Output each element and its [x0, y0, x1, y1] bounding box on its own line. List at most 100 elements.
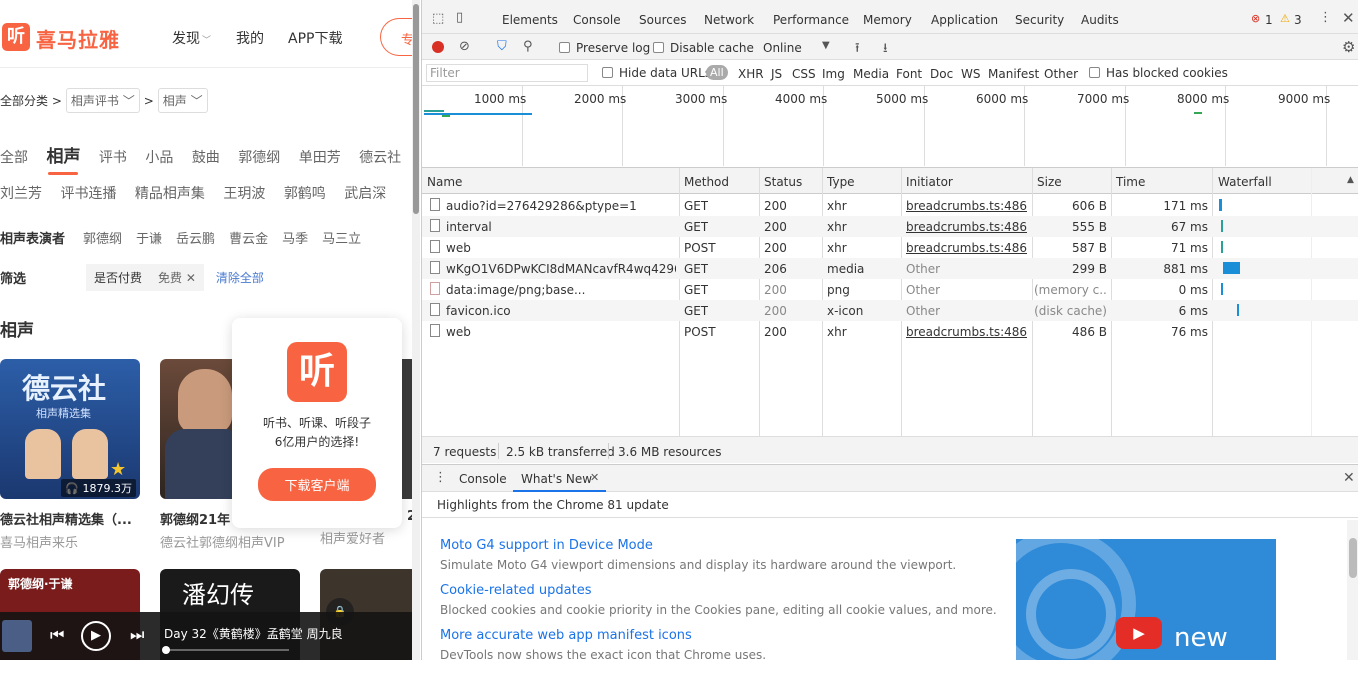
clear-icon[interactable]: ⊘ [459, 39, 470, 54]
logo-icon[interactable]: 听 [2, 23, 30, 51]
tab-item[interactable]: 郭鹤鸣 [284, 186, 326, 202]
filter-type-other[interactable]: Other [1044, 67, 1078, 81]
throttling-select[interactable]: Online [763, 41, 802, 55]
filter-chip-free[interactable]: 免费 ✕ [150, 264, 204, 291]
table-row[interactable]: web POST 200 xhr breadcrumbs.ts:486 587 … [422, 237, 1358, 258]
whats-new-title-link[interactable]: Moto G4 support in Device Mode [440, 538, 956, 553]
col-name[interactable]: Name [427, 175, 462, 189]
filter-type-img[interactable]: Img [822, 67, 845, 81]
filter-type-css[interactable]: CSS [792, 67, 816, 81]
tab-application[interactable]: Application [931, 13, 998, 27]
drawer-scrollbar[interactable] [1347, 520, 1358, 660]
table-row[interactable]: data:image/png;base... GET 200 png Other… [422, 279, 1358, 300]
request-name[interactable]: audio?id=276429286&ptype=1 [446, 199, 676, 213]
tab-deyunshe[interactable]: 德云社 [359, 150, 401, 166]
search-icon[interactable]: ⚲ [523, 39, 533, 54]
filter-type-manifest[interactable]: Manifest [988, 67, 1039, 81]
performer-item[interactable]: 岳云鹏 [176, 228, 215, 247]
drawer-tab-console[interactable]: Console [459, 472, 507, 486]
album-cover[interactable]: 德云社 相声精选集 ★ 🎧 1879.3万 [0, 359, 140, 499]
request-initiator-link[interactable]: breadcrumbs.ts:486 [906, 325, 1027, 339]
more-options-icon[interactable]: ⋮ [1319, 10, 1332, 25]
filter-type-all[interactable]: All [706, 65, 728, 80]
tab-performance[interactable]: Performance [773, 13, 849, 27]
clear-filters-link[interactable]: 清除全部 [216, 269, 264, 286]
tab-network[interactable]: Network [695, 13, 763, 36]
col-type[interactable]: Type [827, 175, 855, 189]
whats-new-item[interactable]: More accurate web app manifest icons Dev… [440, 628, 766, 662]
scrollbar-thumb[interactable] [1349, 538, 1357, 578]
tab-console[interactable]: Console [573, 13, 621, 27]
export-har-icon[interactable]: ⭳ [883, 39, 888, 61]
next-icon[interactable]: ⏭ [130, 625, 144, 645]
request-initiator-link[interactable]: breadcrumbs.ts:486 [906, 220, 1027, 234]
nav-app-download[interactable]: APP下载 [288, 28, 342, 48]
youtube-play-icon[interactable]: ▶ [1116, 617, 1162, 649]
close-tab-icon[interactable]: ✕ [590, 471, 599, 484]
inspect-element-icon[interactable]: ⬚ [432, 11, 444, 26]
performer-item[interactable]: 于谦 [136, 228, 162, 247]
filter-type-font[interactable]: Font [896, 67, 922, 81]
request-name[interactable]: wKgO1V6DPwKCI8dMANcavfR4wq4296.... [446, 262, 676, 276]
close-drawer-icon[interactable]: ✕ [1343, 470, 1355, 486]
album-author[interactable]: 喜马相声来乐 [0, 532, 140, 551]
hide-data-urls-checkbox[interactable]: Hide data URLs [602, 66, 711, 80]
request-initiator-link[interactable]: breadcrumbs.ts:486 [906, 241, 1027, 255]
tab-elements[interactable]: Elements [502, 13, 558, 27]
tab-security[interactable]: Security [1015, 13, 1064, 27]
filter-chip-paid[interactable]: 是否付费 [86, 264, 151, 291]
table-row[interactable]: interval GET 200 xhr breadcrumbs.ts:486 … [422, 216, 1358, 237]
page-scrollbar[interactable] [412, 0, 420, 660]
filter-type-media[interactable]: Media [853, 67, 889, 81]
error-icon[interactable]: ⊗ [1251, 12, 1260, 25]
tab-all[interactable]: 全部 [0, 150, 28, 166]
tab-pingshu[interactable]: 评书 [99, 150, 127, 166]
tab-item[interactable]: 评书连播 [60, 186, 116, 202]
request-name[interactable]: web [446, 241, 676, 255]
progress-handle[interactable] [162, 646, 170, 654]
previous-icon[interactable]: ⏮ [50, 625, 64, 645]
breadcrumb-subcategory-select[interactable]: 相声 ﹀ [157, 88, 208, 113]
album-author[interactable]: 德云社郭德纲相声VIP [160, 532, 300, 551]
nav-discover[interactable]: 发现 ﹀ [172, 28, 211, 48]
tab-guqu[interactable]: 鼓曲 [192, 150, 220, 166]
tab-item[interactable]: 王玥波 [223, 186, 265, 202]
play-button[interactable]: ▶ [81, 621, 111, 651]
tab-item[interactable]: 精品相声集 [135, 186, 205, 202]
request-initiator-link[interactable]: breadcrumbs.ts:486 [906, 199, 1027, 213]
performer-item[interactable]: 曹云金 [229, 228, 268, 247]
filter-type-ws[interactable]: WS [961, 67, 980, 81]
progress-bar[interactable] [164, 649, 289, 651]
filter-type-js[interactable]: JS [771, 67, 782, 81]
tab-audits[interactable]: Audits [1081, 13, 1119, 27]
performer-item[interactable]: 郭德纲 [83, 228, 122, 247]
player-thumbnail[interactable] [2, 620, 32, 652]
tab-sources[interactable]: Sources [639, 13, 686, 27]
sort-arrow-icon[interactable]: ▲ [1347, 175, 1354, 185]
col-status[interactable]: Status [764, 175, 802, 189]
performer-item[interactable]: 马季 [282, 228, 308, 247]
import-har-icon[interactable]: ⭱ [855, 39, 860, 61]
disable-cache-checkbox[interactable]: Disable cache [653, 41, 754, 55]
col-time[interactable]: Time [1116, 175, 1145, 189]
blocked-cookies-checkbox[interactable]: Has blocked cookies [1089, 66, 1228, 80]
tab-shantianfang[interactable]: 单田芳 [299, 150, 341, 166]
col-method[interactable]: Method [684, 175, 729, 189]
whats-new-item[interactable]: Moto G4 support in Device Mode Simulate … [440, 538, 956, 572]
error-count[interactable]: 1 [1265, 13, 1273, 27]
chevron-down-icon[interactable]: ▼ [822, 40, 830, 51]
table-row[interactable]: audio?id=276429286&ptype=1 GET 200 xhr b… [422, 195, 1358, 216]
tab-xiangsheng[interactable]: 相声 [46, 147, 80, 167]
table-row[interactable]: wKgO1V6DPwKCI8dMANcavfR4wq4296.... GET 2… [422, 258, 1358, 279]
close-icon[interactable]: ✕ [1342, 9, 1355, 27]
breadcrumb-root[interactable]: 全部分类 > [0, 92, 62, 109]
tab-xiaopin[interactable]: 小品 [145, 150, 173, 166]
tab-item[interactable]: 武启深 [344, 186, 386, 202]
tab-guodegang[interactable]: 郭德纲 [238, 150, 280, 166]
tab-item[interactable]: 刘兰芳 [0, 186, 42, 202]
col-size[interactable]: Size [1037, 175, 1062, 189]
filter-type-xhr[interactable]: XHR [738, 67, 764, 81]
table-row[interactable]: favicon.ico GET 200 x-icon Other (disk c… [422, 300, 1358, 321]
device-toolbar-icon[interactable]: ▯ [456, 10, 463, 25]
whats-new-title-link[interactable]: More accurate web app manifest icons [440, 628, 766, 643]
